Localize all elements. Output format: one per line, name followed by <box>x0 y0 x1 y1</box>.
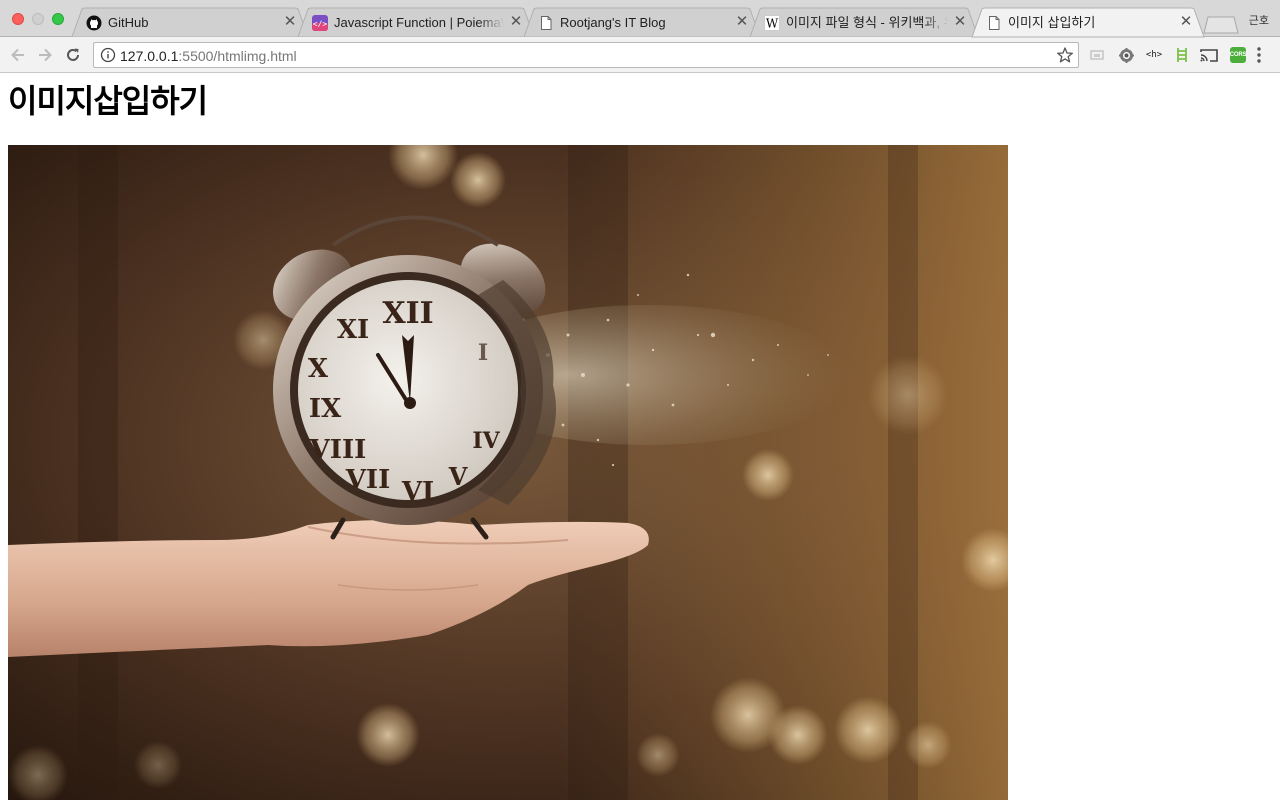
content-image: XII XI X IX VIII VII VI V IV I <box>8 145 1008 800</box>
new-tab-button[interactable] <box>1203 16 1239 34</box>
svg-text:W: W <box>766 17 779 31</box>
ladder-extension-icon[interactable] <box>1173 46 1191 64</box>
svg-text:VI: VI <box>401 477 434 507</box>
tab-title: 이미지 삽입하기 <box>1008 15 1096 30</box>
gear-extension-icon[interactable] <box>1117 46 1135 64</box>
arrow-right-icon <box>39 48 52 62</box>
screen-cast-icon[interactable] <box>1200 46 1218 64</box>
reload-icon <box>67 48 79 61</box>
tab-github[interactable]: GitHub ✕ <box>71 7 309 38</box>
reload-button[interactable] <box>62 44 84 66</box>
tab-title: 이미지 파일 형식 - 위키백과, 우리 모두의 백과사전 <box>786 15 948 30</box>
svg-text:VII: VII <box>345 465 391 495</box>
window-zoom-button[interactable] <box>52 13 64 25</box>
page-icon <box>538 15 554 31</box>
tab-wikipedia[interactable]: W 이미지 파일 형식 - 위키백과, 우리 모두의 백과사전 ✕ <box>749 7 979 38</box>
wikipedia-icon: W <box>764 15 780 31</box>
poiemaweb-icon: </> <box>312 15 328 31</box>
svg-text:XI: XI <box>337 315 369 345</box>
tab-title: Rootjang's IT Blog <box>560 15 666 30</box>
forward-button[interactable] <box>34 44 56 66</box>
more-menu-icon[interactable] <box>1254 46 1264 64</box>
tab-strip: GitHub ✕ </> Javascript Function | Poiem… <box>0 0 1280 38</box>
html-tag-icon[interactable]: <h> <box>1145 46 1163 64</box>
svg-text:VIII: VIII <box>309 435 367 465</box>
tab-close-icon[interactable]: ✕ <box>734 14 750 30</box>
info-icon[interactable] <box>100 47 116 63</box>
window-minimize-button[interactable] <box>32 13 44 25</box>
arrow-left-icon <box>11 48 24 62</box>
cast-icon[interactable] <box>1088 46 1106 64</box>
tab-close-icon[interactable]: ✕ <box>1178 14 1194 30</box>
page-icon <box>986 15 1002 31</box>
address-bar[interactable]: 127.0.0.1:5500/htmlimg.html <box>93 42 1079 68</box>
url-text[interactable]: 127.0.0.1:5500/htmlimg.html <box>120 48 297 64</box>
svg-text:</>: </> <box>313 20 328 29</box>
tab-title: GitHub <box>108 15 149 30</box>
browser-toolbar: 127.0.0.1:5500/htmlimg.html <h> CORS <box>0 37 1280 73</box>
svg-text:I: I <box>478 340 488 366</box>
page-heading: 이미지삽입하기 <box>8 82 208 120</box>
tab-close-icon[interactable]: ✕ <box>508 14 524 30</box>
svg-text:X: X <box>308 354 329 384</box>
clock-in-hand-photo: XII XI X IX VIII VII VI V IV I <box>8 145 1008 800</box>
tab-rootjang-blog[interactable]: Rootjang's IT Blog ✕ <box>523 7 761 38</box>
svg-text:XII: XII <box>382 296 433 331</box>
tab-poiemaweb[interactable]: </> Javascript Function | PoiemaWeb ✕ <box>297 7 535 38</box>
tab-title: Javascript Function | PoiemaWeb <box>334 15 504 30</box>
url-host: 127.0.0.1 <box>120 48 179 64</box>
profile-name[interactable]: 근호 <box>1249 12 1269 28</box>
cors-extension-icon[interactable]: CORS <box>1230 47 1246 63</box>
svg-text:IV: IV <box>472 428 500 454</box>
back-button[interactable] <box>7 44 29 66</box>
bookmark-star-icon[interactable] <box>1056 46 1074 64</box>
svg-text:IX: IX <box>309 394 342 424</box>
github-icon <box>86 15 102 31</box>
tab-close-icon[interactable]: ✕ <box>282 14 298 30</box>
svg-text:V: V <box>448 462 468 491</box>
tab-close-icon[interactable]: ✕ <box>952 14 968 30</box>
window-close-button[interactable] <box>12 13 24 25</box>
url-path: :5500/htmlimg.html <box>178 48 297 64</box>
tab-active-image-insert[interactable]: 이미지 삽입하기 ✕ <box>971 7 1205 38</box>
